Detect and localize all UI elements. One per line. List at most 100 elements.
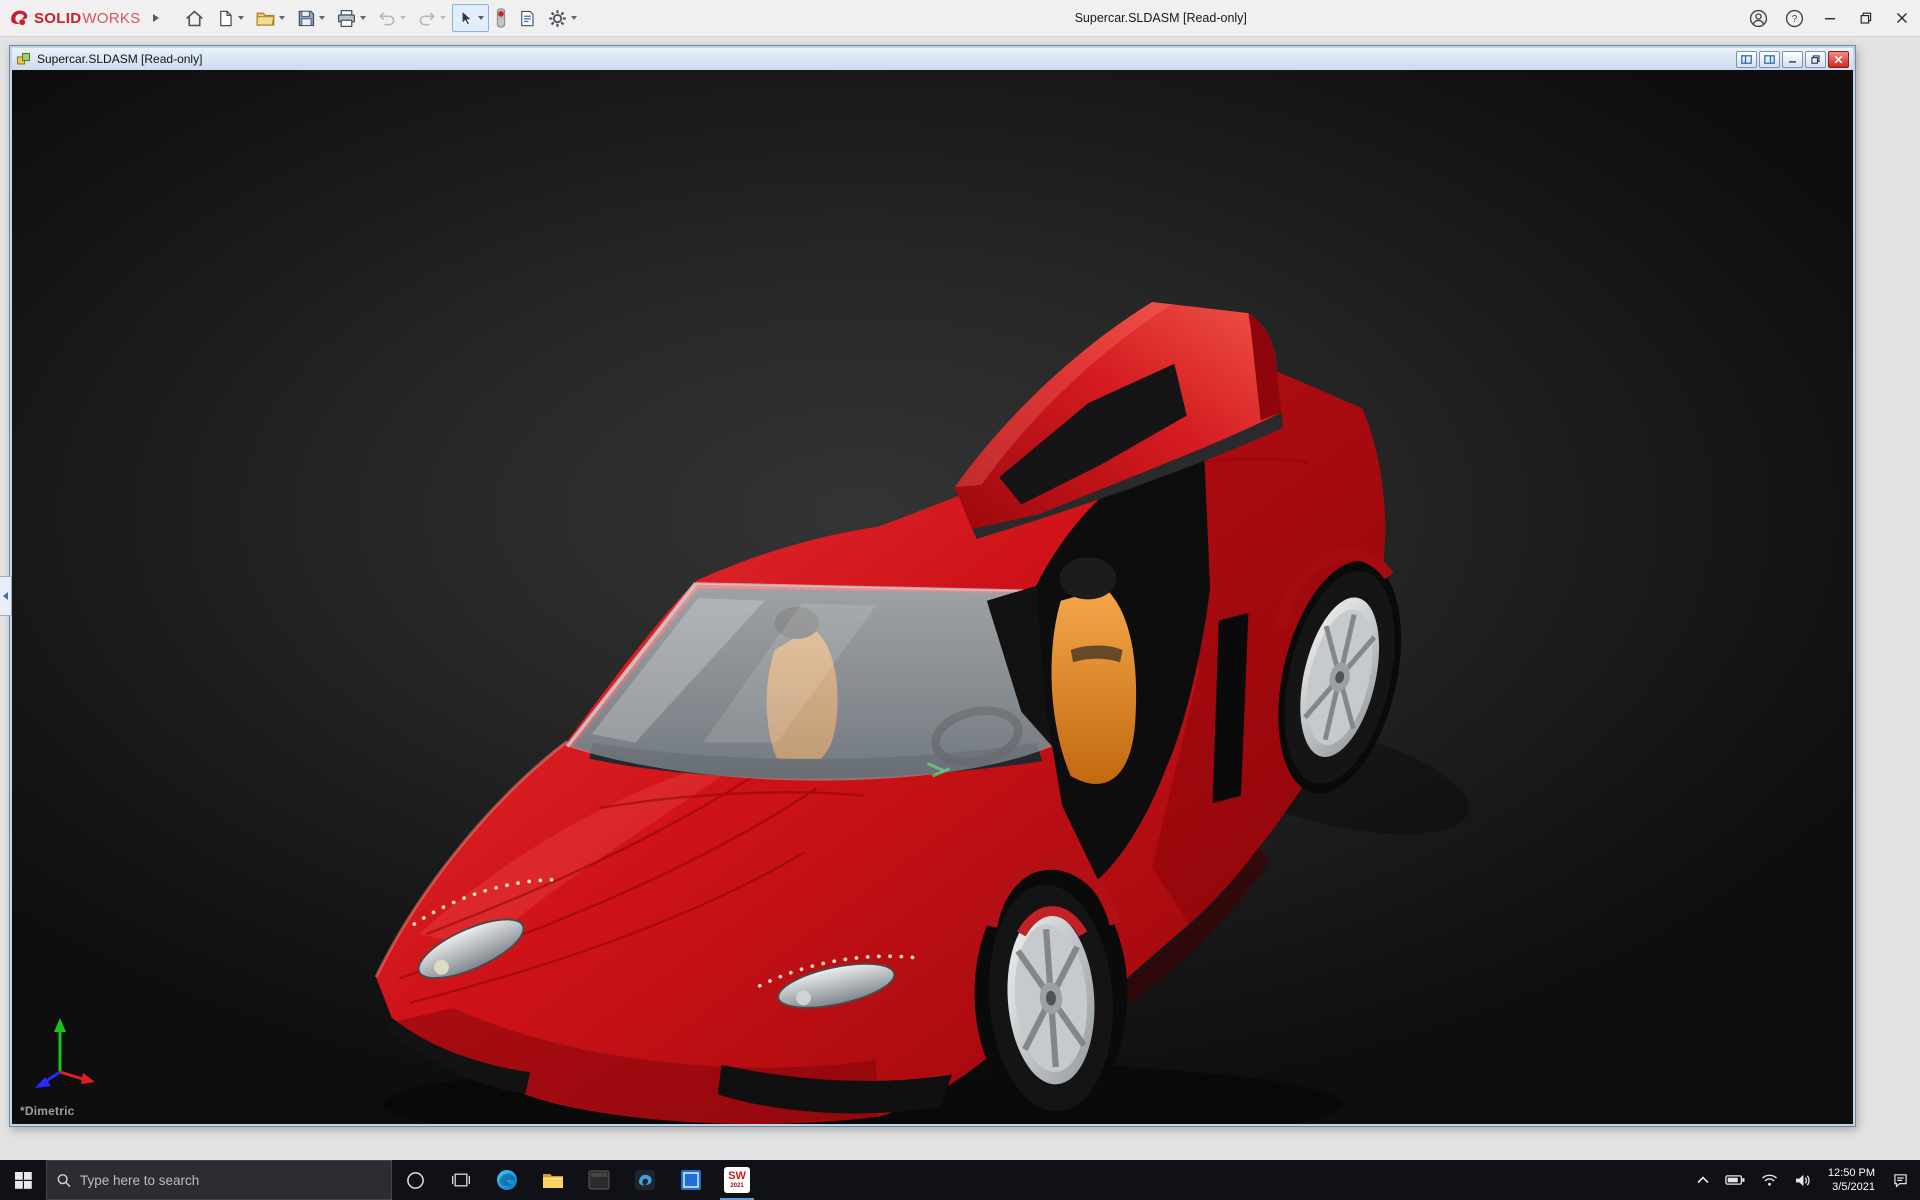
save-dropdown-caret[interactable] <box>318 16 325 20</box>
options-dropdown-caret[interactable] <box>570 16 577 20</box>
doc-window-left-button[interactable] <box>1736 50 1757 68</box>
file-properties-icon <box>520 10 534 26</box>
file-properties-button[interactable] <box>513 4 541 32</box>
windows-start-icon <box>14 1171 32 1189</box>
new-document-button[interactable] <box>211 4 249 32</box>
document-window-controls <box>1736 50 1849 68</box>
app-titlebar: SOLID WORKS Supercar.SLDASM [Read-only] … <box>0 0 1920 37</box>
action-center-icon <box>1894 1174 1907 1188</box>
taskbar-clock[interactable]: 12:50 PM 3/5/2021 <box>1820 1166 1883 1195</box>
help-button[interactable]: ? <box>1776 0 1812 37</box>
help-icon: ? <box>1785 9 1803 27</box>
task-view-icon <box>452 1173 470 1187</box>
open-document-dropdown-caret[interactable] <box>278 16 285 20</box>
print-dropdown-caret[interactable] <box>359 16 366 20</box>
restore-button[interactable] <box>1848 0 1884 37</box>
rebuild-button[interactable] <box>490 4 512 32</box>
redo-button[interactable] <box>412 4 451 32</box>
home-button[interactable] <box>179 4 210 32</box>
graphics-viewport[interactable]: *Dimetric <box>12 70 1853 1124</box>
app-title-text: Supercar.SLDASM [Read-only] <box>1074 11 1247 25</box>
search-icon <box>57 1173 71 1187</box>
doc-close-button[interactable] <box>1828 50 1849 68</box>
edge-button[interactable] <box>484 1160 530 1200</box>
close-button[interactable] <box>1884 0 1920 37</box>
account-button[interactable] <box>1740 0 1776 37</box>
open-document-icon <box>256 12 274 26</box>
solidworks-taskbar-button[interactable]: SW 2021 <box>714 1160 760 1200</box>
close-icon <box>1834 55 1843 63</box>
volume-icon <box>1795 1174 1810 1186</box>
undo-dropdown-caret[interactable] <box>399 16 406 20</box>
clock-time: 12:50 PM <box>1827 1166 1875 1179</box>
view-orientation-label: *Dimetric <box>20 1104 75 1118</box>
featuremanager-collapse-arrow-icon <box>3 592 8 600</box>
tray-overflow-button[interactable] <box>1690 1160 1716 1200</box>
restore-icon <box>1860 12 1872 24</box>
action-center-button[interactable] <box>1885 1160 1916 1200</box>
save-icon <box>298 10 314 27</box>
network-tray-button[interactable] <box>1754 1160 1785 1200</box>
dassault-3ds-logo-icon <box>11 10 28 26</box>
doc-window-right-button[interactable] <box>1759 50 1780 68</box>
windows-taskbar: SW 2021 12:50 PM 3/5/2021 <box>0 1160 1920 1200</box>
brand-text-works: WORKS <box>82 9 141 27</box>
undo-icon <box>378 12 394 26</box>
select-tool-button[interactable] <box>451 4 489 32</box>
minimize-icon <box>1789 60 1796 63</box>
redo-dropdown-caret[interactable] <box>439 16 446 20</box>
driver-headrest <box>1059 557 1117 600</box>
search-input[interactable] <box>79 1172 381 1188</box>
document-window: Supercar.SLDASM [Read-only] *Dimetric <box>9 45 1856 1127</box>
pinned-app-dark-icon <box>588 1170 610 1190</box>
file-explorer-icon <box>543 1174 563 1188</box>
minimize-icon <box>1825 18 1835 20</box>
doc-restore-button[interactable] <box>1805 50 1826 68</box>
cortana-button[interactable] <box>392 1160 438 1200</box>
clock-date: 3/5/2021 <box>1832 1181 1875 1193</box>
print-button[interactable] <box>331 4 371 32</box>
document-titlebar[interactable]: Supercar.SLDASM [Read-only] <box>12 48 1853 70</box>
print-icon <box>337 9 355 27</box>
cortana-icon <box>406 1171 424 1189</box>
options-button[interactable] <box>542 4 582 32</box>
task-view-button[interactable] <box>438 1160 484 1200</box>
save-button[interactable] <box>291 4 330 32</box>
mdi-client-area: Supercar.SLDASM [Read-only] *Dimetric <box>0 37 1920 1160</box>
battery-icon <box>1725 1175 1745 1185</box>
doc-minimize-button[interactable] <box>1782 50 1803 68</box>
solidworks-logo: SOLID WORKS <box>8 7 147 29</box>
brand-text-solid: SOLID <box>34 9 82 27</box>
volume-tray-button[interactable] <box>1787 1160 1818 1200</box>
pinned-app-blue-icon <box>681 1170 701 1190</box>
pinned-app-dark-button[interactable] <box>576 1160 622 1200</box>
solidworks-app-icon: SW 2021 <box>724 1167 750 1193</box>
select-cursor-icon <box>461 10 472 26</box>
edge-icon <box>497 1170 517 1190</box>
minimize-button[interactable] <box>1812 0 1848 37</box>
home-icon <box>185 9 203 26</box>
start-button[interactable] <box>0 1160 46 1200</box>
pinned-app-blue-button[interactable] <box>668 1160 714 1200</box>
quick-access-toolbar <box>179 4 582 32</box>
pinned-app-swirl-icon <box>635 1170 655 1190</box>
supercar-3d-model[interactable] <box>12 70 1853 1124</box>
solidworks-application-window: SOLID WORKS Supercar.SLDASM [Read-only] … <box>0 0 1920 1200</box>
undo-button[interactable] <box>372 4 411 32</box>
taskbar-search[interactable] <box>46 1160 392 1200</box>
toolbar-flyout-arrow[interactable] <box>147 6 165 30</box>
rebuild-icon <box>496 8 505 28</box>
restore-icon <box>1811 54 1820 64</box>
assembly-document-icon <box>17 53 30 65</box>
new-document-icon <box>219 10 232 26</box>
battery-tray-button[interactable] <box>1718 1160 1752 1200</box>
toolbar-flyout-arrow-icon <box>152 14 159 22</box>
open-document-button[interactable] <box>250 4 290 32</box>
orientation-triad-icon <box>35 1018 95 1088</box>
select-dropdown-caret[interactable] <box>477 16 484 20</box>
pinned-app-swirl-button[interactable] <box>622 1160 668 1200</box>
featuremanager-collapsed-tab[interactable] <box>0 576 12 616</box>
file-explorer-button[interactable] <box>530 1160 576 1200</box>
new-document-dropdown-caret[interactable] <box>237 16 244 20</box>
window-pane-left-icon <box>1741 54 1752 64</box>
